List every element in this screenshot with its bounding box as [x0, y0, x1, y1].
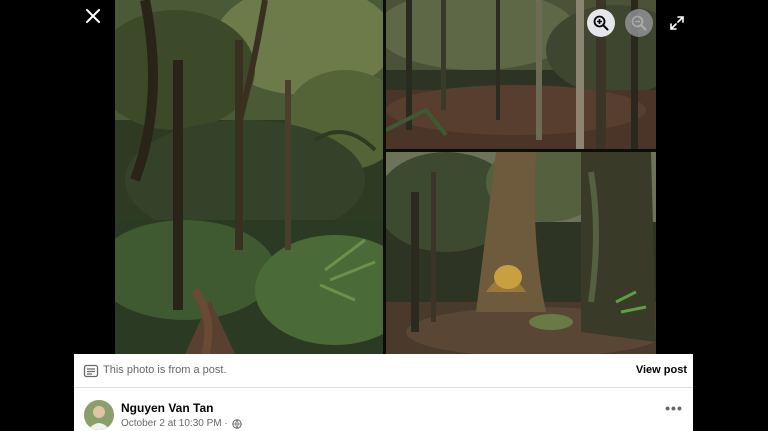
- zoom-in-button[interactable]: [587, 9, 615, 37]
- close-button[interactable]: [80, 4, 106, 28]
- post-date: October 2 at 10:30 PM ·: [121, 418, 242, 429]
- photo-viewer: This photo is from a post. View post Ngu…: [0, 0, 768, 431]
- photo-collage[interactable]: [115, 0, 656, 354]
- forest-photo-top-right[interactable]: [386, 0, 656, 149]
- more-options-button[interactable]: •••: [665, 401, 683, 419]
- avatar[interactable]: [84, 400, 114, 430]
- forest-photo-left[interactable]: [115, 0, 383, 354]
- zoom-out-icon: [631, 15, 647, 31]
- globe-icon: [232, 418, 242, 429]
- fullscreen-icon: [670, 16, 684, 30]
- post-date-text[interactable]: October 2 at 10:30 PM ·: [121, 418, 228, 429]
- notice-text: This photo is from a post.: [103, 364, 227, 376]
- post-source-notice: This photo is from a post. View post: [74, 354, 693, 388]
- author-name[interactable]: Nguyen Van Tan: [121, 401, 213, 415]
- post-info-panel: This photo is from a post. View post Ngu…: [74, 354, 693, 431]
- fullscreen-button[interactable]: [666, 12, 688, 34]
- close-icon: [86, 9, 100, 23]
- zoom-out-button[interactable]: [625, 9, 653, 37]
- view-post-link[interactable]: View post: [636, 364, 687, 376]
- forest-photo-bottom-right[interactable]: [386, 152, 656, 354]
- zoom-in-icon: [593, 15, 609, 31]
- author-row: Nguyen Van Tan October 2 at 10:30 PM · •…: [74, 394, 693, 431]
- post-note-icon: [83, 364, 99, 378]
